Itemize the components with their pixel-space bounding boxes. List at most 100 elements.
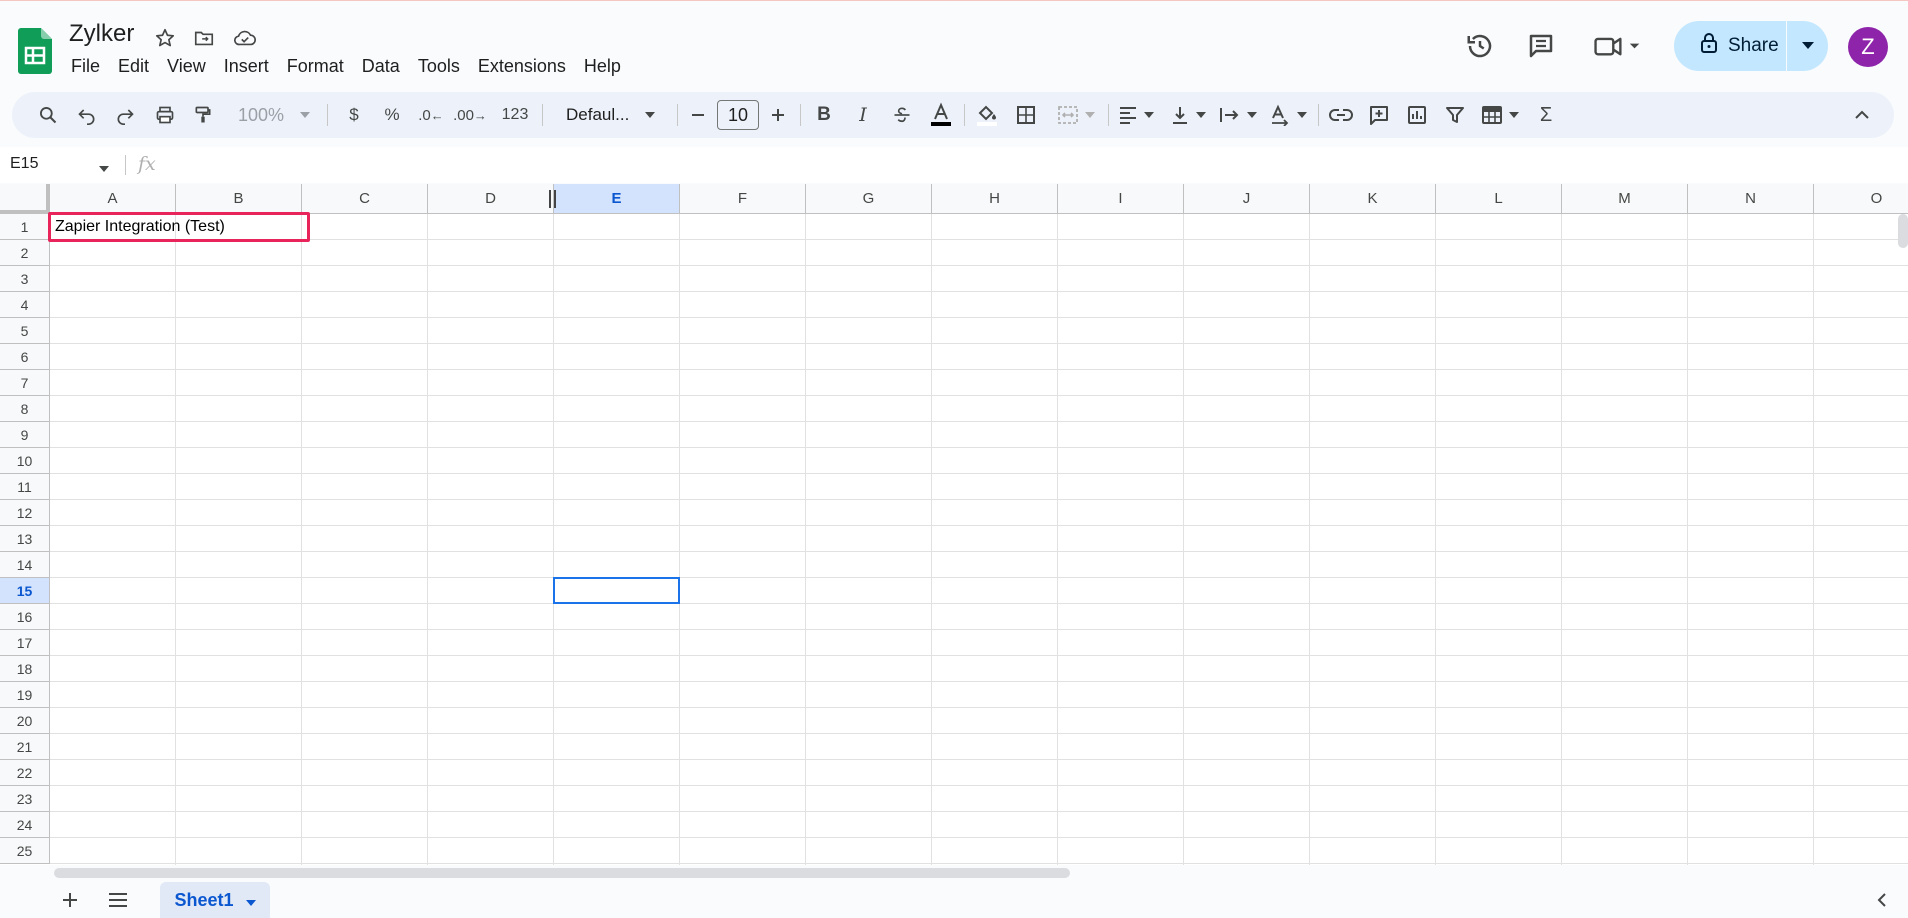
borders-icon[interactable]: [1012, 99, 1040, 131]
horizontal-scrollbar[interactable]: [54, 868, 1070, 878]
row-header-21[interactable]: 21: [0, 734, 50, 760]
percent-format-button[interactable]: %: [378, 99, 406, 131]
menu-insert[interactable]: Insert: [215, 52, 278, 81]
menu-file[interactable]: File: [62, 52, 109, 81]
italic-icon[interactable]: I: [849, 99, 877, 131]
active-cell-e15[interactable]: [553, 577, 680, 604]
column-header-n[interactable]: N: [1688, 184, 1814, 214]
row-header-16[interactable]: 16: [0, 604, 50, 630]
spreadsheet-grid[interactable]: A B C D E F G H I J K L M N O 1 2 3 4 5 6 7 8 9 10 11 12 13 14 15 16 17…: [0, 184, 1908, 865]
column-header-i[interactable]: I: [1058, 184, 1184, 214]
column-header-h[interactable]: H: [932, 184, 1058, 214]
column-resize-handle[interactable]: [549, 190, 556, 208]
comment-icon[interactable]: [1364, 99, 1394, 131]
share-button[interactable]: Share: [1674, 21, 1786, 71]
column-header-c[interactable]: C: [302, 184, 428, 214]
row-header-3[interactable]: 3: [0, 266, 50, 292]
menu-extensions[interactable]: Extensions: [469, 52, 575, 81]
row-header-17[interactable]: 17: [0, 630, 50, 656]
number-format-button[interactable]: 123: [498, 99, 532, 131]
text-color-icon[interactable]: [926, 99, 956, 131]
column-header-g[interactable]: G: [806, 184, 932, 214]
vertical-scrollbar[interactable]: [1898, 214, 1908, 248]
strikethrough-icon[interactable]: [888, 99, 916, 131]
row-header-11[interactable]: 11: [0, 474, 50, 500]
menu-help[interactable]: Help: [575, 52, 630, 81]
column-header-b[interactable]: B: [176, 184, 302, 214]
currency-format-button[interactable]: $: [340, 99, 368, 131]
cloud-saved-icon[interactable]: [231, 24, 259, 52]
menu-tools[interactable]: Tools: [409, 52, 469, 81]
text-wrap-icon[interactable]: [1216, 99, 1260, 131]
search-icon[interactable]: [32, 99, 64, 131]
font-select[interactable]: Defaul...: [552, 99, 668, 131]
column-header-o[interactable]: O: [1814, 184, 1908, 214]
row-header-23[interactable]: 23: [0, 786, 50, 812]
move-folder-icon[interactable]: [190, 24, 218, 52]
column-header-e[interactable]: E: [554, 184, 680, 214]
row-header-13[interactable]: 13: [0, 526, 50, 552]
caret-down-icon[interactable]: [99, 159, 109, 177]
row-header-20[interactable]: 20: [0, 708, 50, 734]
table-icon[interactable]: [1478, 99, 1522, 131]
sheet-tab[interactable]: Sheet1: [160, 882, 270, 918]
menu-format[interactable]: Format: [278, 52, 353, 81]
row-header-9[interactable]: 9: [0, 422, 50, 448]
row-header-14[interactable]: 14: [0, 552, 50, 578]
menu-edit[interactable]: Edit: [109, 52, 158, 81]
decrease-decimal-button[interactable]: .0 ←: [416, 99, 446, 131]
column-header-j[interactable]: J: [1184, 184, 1310, 214]
star-icon[interactable]: [151, 24, 179, 52]
comments-icon[interactable]: [1521, 26, 1561, 66]
row-header-6[interactable]: 6: [0, 344, 50, 370]
filter-icon[interactable]: [1440, 99, 1470, 131]
add-sheet-icon[interactable]: [58, 882, 82, 918]
row-header-15[interactable]: 15: [0, 578, 50, 604]
column-header-l[interactable]: L: [1436, 184, 1562, 214]
share-dropdown-button[interactable]: [1787, 21, 1828, 71]
row-header-2[interactable]: 2: [0, 240, 50, 266]
menu-view[interactable]: View: [158, 52, 215, 81]
column-header-f[interactable]: F: [680, 184, 806, 214]
column-header-k[interactable]: K: [1310, 184, 1436, 214]
row-header-24[interactable]: 24: [0, 812, 50, 838]
undo-icon[interactable]: [72, 99, 102, 131]
menu-data[interactable]: Data: [353, 52, 409, 81]
merge-cells-icon[interactable]: [1052, 99, 1100, 131]
column-header-d[interactable]: D: [428, 184, 554, 214]
select-all-corner[interactable]: [0, 184, 50, 214]
avatar[interactable]: Z: [1848, 27, 1888, 67]
row-header-19[interactable]: 19: [0, 682, 50, 708]
row-header-10[interactable]: 10: [0, 448, 50, 474]
row-header-18[interactable]: 18: [0, 656, 50, 682]
sum-icon[interactable]: Σ: [1532, 99, 1560, 131]
row-header-4[interactable]: 4: [0, 292, 50, 318]
row-header-7[interactable]: 7: [0, 370, 50, 396]
sheets-logo-icon[interactable]: [18, 28, 52, 74]
font-size-input[interactable]: 10: [716, 99, 760, 131]
link-icon[interactable]: [1326, 99, 1356, 131]
chart-icon[interactable]: [1402, 99, 1432, 131]
row-header-1[interactable]: 1: [0, 214, 50, 240]
row-header-12[interactable]: 12: [0, 500, 50, 526]
minus-icon[interactable]: [684, 99, 712, 131]
row-header-5[interactable]: 5: [0, 318, 50, 344]
row-header-25[interactable]: 25: [0, 838, 50, 864]
explore-collapse-icon[interactable]: [1872, 882, 1892, 918]
row-header-22[interactable]: 22: [0, 760, 50, 786]
all-sheets-icon[interactable]: [106, 882, 130, 918]
column-header-a[interactable]: A: [50, 184, 176, 214]
paint-format-icon[interactable]: [188, 99, 218, 131]
column-header-m[interactable]: M: [1562, 184, 1688, 214]
bold-icon[interactable]: B: [810, 99, 838, 131]
redo-icon[interactable]: [110, 99, 140, 131]
plus-icon[interactable]: [764, 99, 792, 131]
meet-icon[interactable]: [1590, 26, 1646, 66]
row-header-8[interactable]: 8: [0, 396, 50, 422]
version-history-icon[interactable]: [1460, 26, 1500, 66]
zoom-select[interactable]: 100%: [234, 99, 314, 131]
name-box[interactable]: E15: [10, 155, 38, 173]
print-icon[interactable]: [150, 99, 180, 131]
valign-bottom-icon[interactable]: [1166, 99, 1210, 131]
text-rotate-icon[interactable]: [1266, 99, 1310, 131]
